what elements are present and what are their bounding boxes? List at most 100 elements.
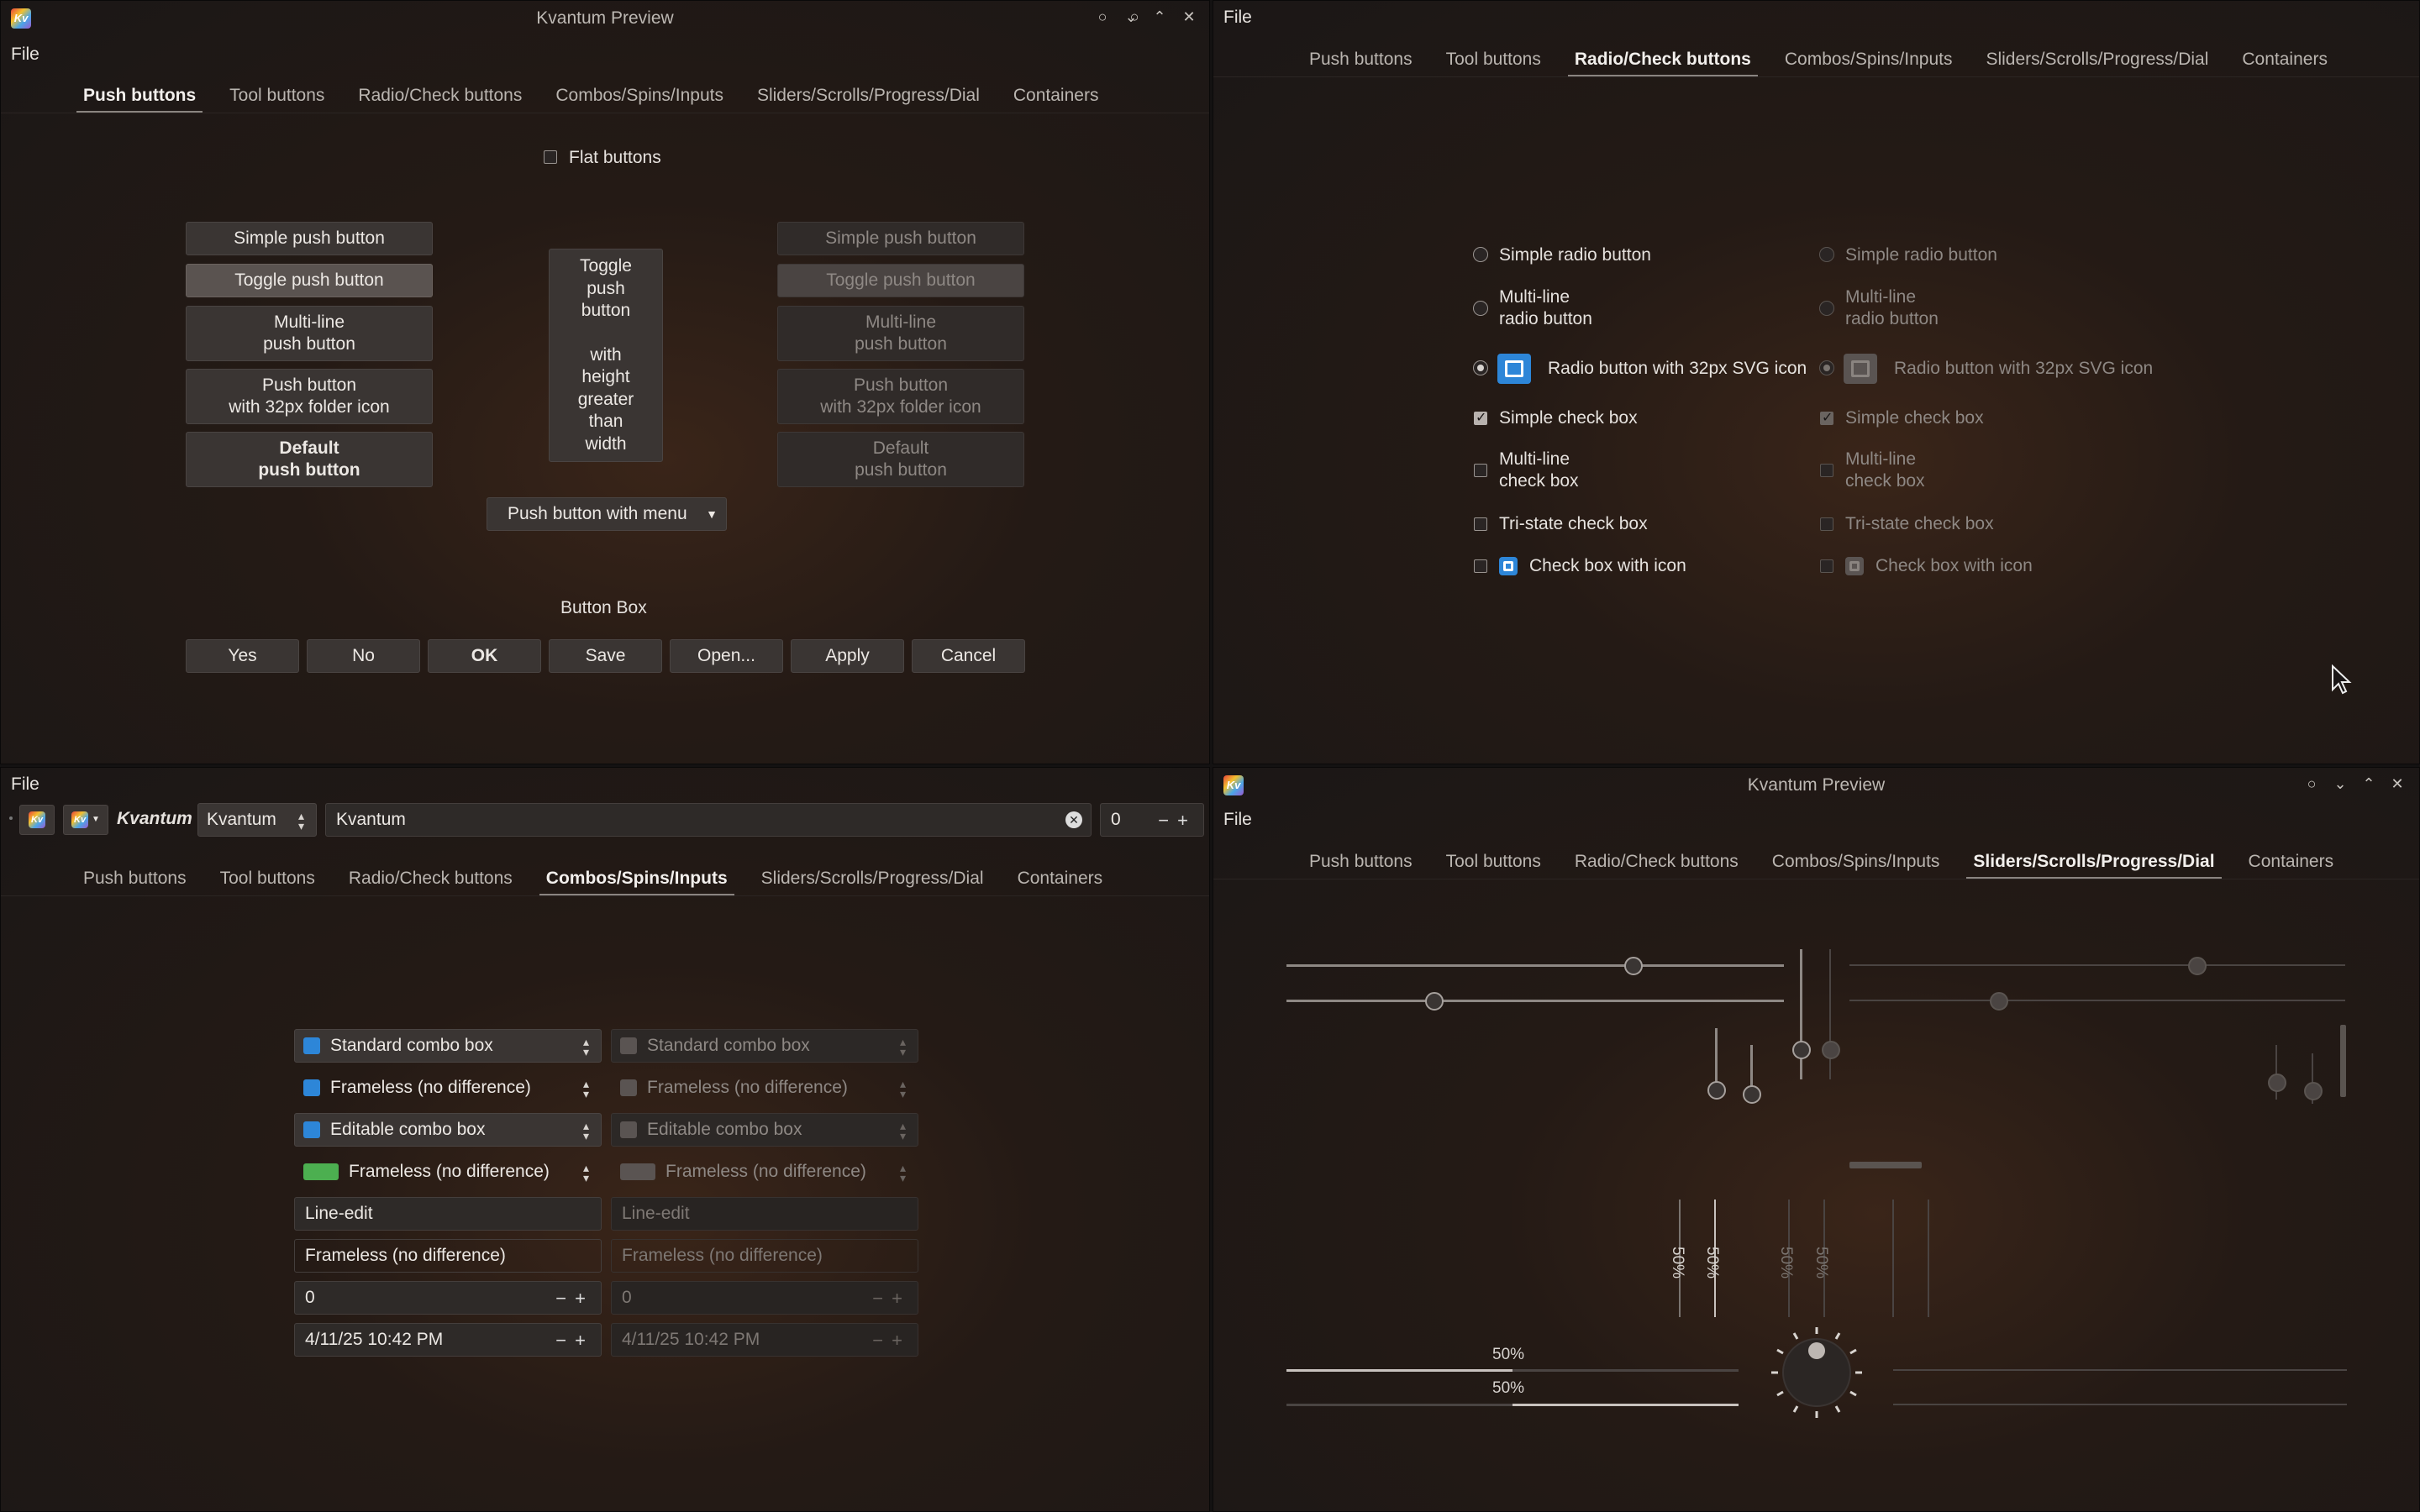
tall-toggle-push-button[interactable]: Toggle push button with height greater t… [549,249,663,462]
tab-tool-buttons[interactable]: Tool buttons [203,862,332,895]
no-button[interactable]: No [307,639,420,673]
multiline-radio-label-2: radio button [1499,309,1592,328]
open-button[interactable]: Open... [670,639,783,673]
menu-file[interactable]: File [1223,8,1252,28]
simple-radio-button[interactable] [1473,247,1488,262]
title-bar[interactable]: Kv Kvantum Preview ○ [1,1,1209,36]
clear-icon[interactable]: ✕ [1065,811,1082,828]
standard-combo-box[interactable]: Standard combo box ▴ ▾ [294,1029,602,1063]
tab-push-buttons[interactable]: Push buttons [1292,845,1429,879]
toolbar-kvantum-menu-button[interactable]: Kv ▼ [63,805,108,835]
tab-push-buttons[interactable]: Push buttons [66,79,213,113]
keep-above-button-icon[interactable]: ○ [2302,774,2321,793]
slider-handle[interactable] [1792,1041,1811,1059]
tab-push-buttons[interactable]: Push buttons [1292,43,1429,76]
save-button[interactable]: Save [549,639,662,673]
horizontal-progress-2-label: 50% [1492,1379,1525,1397]
tab-containers[interactable]: Containers [997,79,1116,113]
multiline-check-box[interactable] [1474,464,1487,477]
spin-box[interactable]: 0 −+ [294,1281,602,1315]
frameless-combo-box-disabled: Frameless (no difference) ▴ ▾ [611,1071,918,1105]
apply-button[interactable]: Apply [791,639,904,673]
tab-radio-check[interactable]: Radio/Check buttons [1558,845,1755,879]
default-push-button[interactable]: Default push button [186,432,433,487]
tab-push-buttons[interactable]: Push buttons [66,862,203,895]
spin-minus-plus-icon[interactable]: −+ [555,1288,594,1310]
minimize-button-icon[interactable]: ⌄ [2331,774,2349,793]
wide-green-icon [303,1163,339,1180]
keep-above-button-icon[interactable]: ○ [1093,8,1112,26]
frameless-combo-box[interactable]: Frameless (no difference) ▴ ▾ [294,1071,602,1105]
frameless-editable-combo-box[interactable]: Frameless (no difference) ▴ ▾ [294,1155,602,1189]
toolbar-combo[interactable]: Kvantum ▴ ▾ [197,803,317,837]
tab-sliders[interactable]: Sliders/Scrolls/Progress/Dial [1956,845,2231,879]
minimize-button-icon[interactable]: ⌄ [1122,8,1140,26]
tab-combos[interactable]: Combos/Spins/Inputs [1768,43,1970,76]
multiline-radio-button[interactable] [1473,301,1488,316]
tab-combos[interactable]: Combos/Spins/Inputs [539,79,740,113]
menu-file[interactable]: File [11,45,39,65]
slider-handle[interactable] [1425,992,1444,1011]
tab-containers[interactable]: Containers [2225,43,2344,76]
close-button-icon[interactable]: ✕ [2388,774,2407,793]
simple-check-box[interactable] [1474,409,1487,426]
line-edit[interactable]: Line-edit [294,1197,602,1231]
tab-containers[interactable]: Containers [1001,862,1120,895]
toolbar-line-edit[interactable]: Kvantum ✕ [325,803,1092,837]
simple-push-button[interactable]: Simple push button [186,222,433,255]
tab-tool-buttons[interactable]: Tool buttons [1429,43,1558,76]
vertical-progress-6 [1928,1200,1929,1317]
tab-radio-check[interactable]: Radio/Check buttons [341,79,539,113]
frameless-line-edit[interactable]: Frameless (no difference) [294,1239,602,1273]
tab-tool-buttons[interactable]: Tool buttons [213,79,341,113]
vertical-scrollbar[interactable] [2340,1025,2346,1097]
tab-combos[interactable]: Combos/Spins/Inputs [1755,845,1957,879]
menu-file[interactable]: File [1223,810,1252,830]
horizontal-slider-1[interactable] [1286,964,1784,967]
simple-push-button-disabled: Simple push button [777,222,1024,255]
tab-radio-check[interactable]: Radio/Check buttons [1558,43,1768,76]
slider-handle-disabled [1990,992,2008,1011]
maximize-button-icon[interactable]: ⌃ [2360,774,2378,793]
yes-button[interactable]: Yes [186,639,299,673]
slider-handle[interactable] [1624,957,1643,975]
toggle-push-button[interactable]: Toggle push button [186,264,433,297]
datetime-edit[interactable]: 4/11/25 10:42 PM −+ [294,1323,602,1357]
tab-radio-check[interactable]: Radio/Check buttons [332,862,529,895]
tab-sliders[interactable]: Sliders/Scrolls/Progress/Dial [740,79,997,113]
tab-combos[interactable]: Combos/Spins/Inputs [529,862,744,895]
close-button-icon[interactable]: ✕ [1180,8,1198,26]
horizontal-progress-2-fill [1512,1404,1739,1406]
folder-icon-push-button-disabled: Push button with 32px folder icon [777,369,1024,424]
icon-check-box-disabled [1820,559,1833,573]
ok-button[interactable]: OK [428,639,541,673]
tab-containers[interactable]: Containers [2232,845,2351,879]
toolbar-handle[interactable] [9,816,13,820]
multiline-push-button[interactable]: Multi-line push button [186,306,433,361]
slider-handle[interactable] [1707,1081,1726,1100]
horizontal-slider-2[interactable] [1286,1000,1784,1002]
combo-arrows-icon: ▴ ▾ [297,809,304,832]
editable-combo-box[interactable]: Editable combo box ▴ ▾ [294,1113,602,1147]
tab-sliders[interactable]: Sliders/Scrolls/Progress/Dial [1969,43,2225,76]
toolbar-spin-box[interactable]: 0 −+ [1100,803,1204,837]
title-bar[interactable]: Kv Kvantum Preview [1213,768,2419,803]
menu-file[interactable]: File [11,774,39,795]
tab-tool-buttons[interactable]: Tool buttons [1429,845,1558,879]
dial[interactable] [1768,1324,1865,1421]
maximize-button-icon[interactable]: ⌃ [1150,8,1169,26]
horizontal-scrollbar[interactable] [1849,1162,1922,1168]
tab-sliders[interactable]: Sliders/Scrolls/Progress/Dial [744,862,1001,895]
push-button-with-menu[interactable]: Push button with menu ▼ [487,497,727,531]
folder-icon-push-button[interactable]: Push button with 32px folder icon [186,369,433,424]
spin-minus-plus-icon[interactable]: −+ [1158,810,1197,832]
vertical-slider-3[interactable] [1800,949,1802,1079]
spin-minus-plus-icon[interactable]: −+ [555,1330,594,1352]
toolbar-kvantum-button[interactable]: Kv [19,805,55,835]
cancel-button[interactable]: Cancel [912,639,1025,673]
tristate-check-box[interactable] [1474,517,1487,531]
flat-buttons-checkbox[interactable] [544,150,557,164]
svg-icon-radio-button[interactable] [1473,360,1488,375]
slider-handle[interactable] [1743,1085,1761,1104]
icon-check-box[interactable] [1474,559,1487,573]
